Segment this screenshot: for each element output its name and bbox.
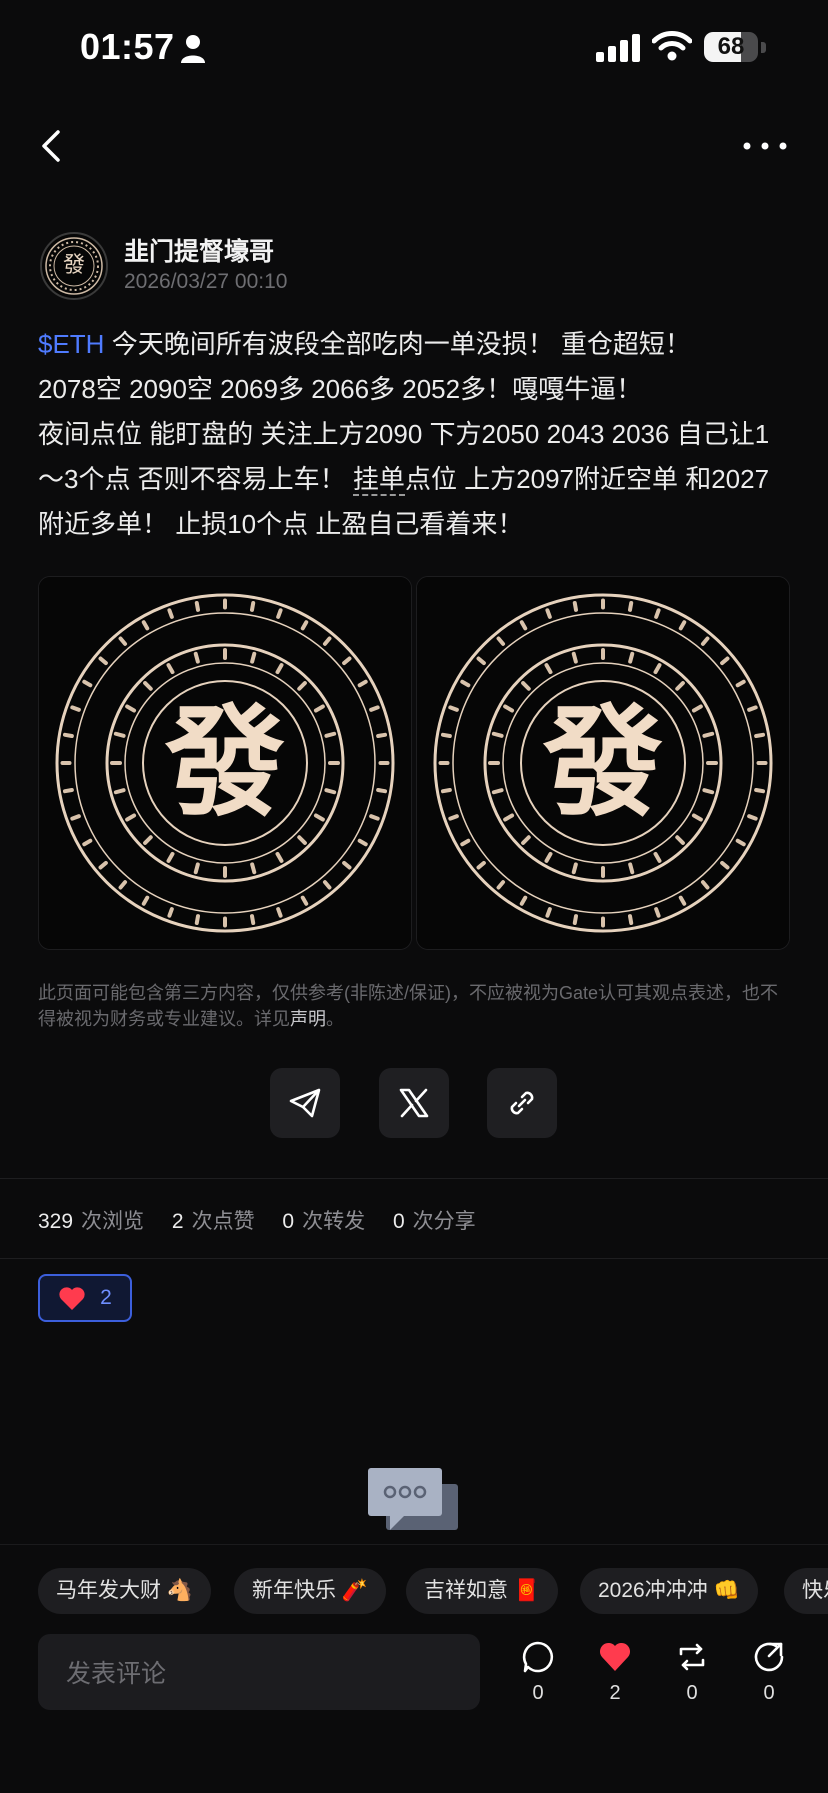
reposts-count: 0 bbox=[282, 1210, 295, 1233]
statement-link[interactable]: 声明 bbox=[290, 1009, 326, 1029]
repost-button[interactable]: 0 bbox=[664, 1640, 720, 1705]
views-count: 329 bbox=[38, 1210, 74, 1233]
link-icon bbox=[510, 1091, 534, 1115]
seal-center-char: 發 bbox=[543, 692, 663, 833]
comment-button[interactable]: 0 bbox=[510, 1640, 566, 1705]
likes-label: 次点赞 bbox=[191, 1210, 255, 1233]
disclaimer-text: 此页面可能包含第三方内容，仅供参考(非陈述/保证)，不应被视为Gate认可其观点… bbox=[38, 983, 779, 1029]
battery-level: 68 bbox=[717, 33, 745, 60]
cellular-signal-icon bbox=[596, 34, 640, 62]
share-x-button[interactable] bbox=[379, 1068, 449, 1138]
post-stats: 329 次浏览 2 次点赞 0 次转发 0 次分享 bbox=[38, 1205, 498, 1235]
comment-icon bbox=[522, 1641, 554, 1673]
reposts-label: 次转发 bbox=[302, 1210, 366, 1233]
author-name[interactable]: 韭门提督壕哥 bbox=[124, 232, 274, 268]
views-label: 次浏览 bbox=[81, 1210, 145, 1233]
empty-comments-icon bbox=[368, 1468, 458, 1530]
likes-count: 2 bbox=[171, 1210, 184, 1233]
status-time: 01:57 bbox=[80, 26, 175, 67]
post-line: 今天晚间所有波段全部吃肉一单没损！ 重仓超短！ bbox=[104, 329, 691, 359]
seal-center-char: 發 bbox=[165, 692, 285, 833]
shares-count: 0 bbox=[392, 1210, 405, 1233]
share-button[interactable]: 0 bbox=[741, 1640, 797, 1705]
like-count: 2 bbox=[609, 1682, 621, 1704]
quick-tag[interactable]: 快乐 bbox=[784, 1568, 828, 1614]
battery-indicator: 68 bbox=[704, 32, 768, 64]
post-content: $ETH 今天晚间所有波段全部吃肉一单没损！ 重仓超短！ 2078空 2090空… bbox=[38, 322, 790, 547]
disclaimer: 此页面可能包含第三方内容，仅供参考(非陈述/保证)，不应被视为Gate认可其观点… bbox=[38, 980, 778, 1032]
share-telegram-button[interactable] bbox=[270, 1068, 340, 1138]
divider bbox=[0, 1178, 828, 1179]
ticker-link[interactable]: $ETH bbox=[38, 329, 104, 359]
heart-icon bbox=[59, 1287, 85, 1310]
heart-reaction-chip[interactable]: 2 bbox=[38, 1274, 132, 1322]
more-options-icon[interactable] bbox=[742, 136, 788, 156]
share-count: 0 bbox=[763, 1682, 775, 1704]
copy-link-button[interactable] bbox=[487, 1068, 557, 1138]
term-tooltip[interactable]: 挂单 bbox=[352, 464, 405, 496]
repost-icon bbox=[679, 1643, 705, 1671]
post-timestamp: 2026/03/27 00:10 bbox=[124, 270, 288, 293]
share-icon bbox=[754, 1642, 784, 1672]
post-image-1[interactable]: 發 bbox=[38, 576, 412, 950]
like-button[interactable]: 2 bbox=[587, 1640, 643, 1705]
x-icon bbox=[399, 1088, 429, 1118]
avatar-glyph: 發 bbox=[62, 253, 85, 278]
quick-tag[interactable]: 2026冲冲冲 👊 bbox=[580, 1568, 758, 1614]
quick-tag[interactable]: 吉祥如意 🧧 bbox=[406, 1568, 558, 1614]
back-icon[interactable] bbox=[36, 126, 68, 166]
wifi-icon bbox=[652, 31, 692, 61]
quick-tag[interactable]: 新年快乐 🧨 bbox=[234, 1568, 386, 1614]
shares-label: 次分享 bbox=[412, 1210, 476, 1233]
avatar[interactable]: 發 bbox=[40, 232, 108, 300]
post-line: 2078空 2090空 2069多 2066多 2052多！嘎嘎牛逼！ bbox=[38, 374, 643, 404]
heart-icon bbox=[599, 1642, 631, 1671]
divider bbox=[0, 1258, 828, 1259]
reaction-count: 2 bbox=[100, 1286, 112, 1309]
comment-placeholder: 发表评论 bbox=[66, 1660, 167, 1688]
quick-tag[interactable]: 马年发大财 🐴 bbox=[38, 1568, 211, 1614]
person-icon bbox=[181, 35, 205, 63]
comment-count: 0 bbox=[532, 1682, 544, 1704]
telegram-icon bbox=[289, 1088, 321, 1118]
disclaimer-end: 。 bbox=[326, 1009, 344, 1029]
post-image-2[interactable]: 發 bbox=[416, 576, 790, 950]
repost-count: 0 bbox=[686, 1682, 698, 1704]
